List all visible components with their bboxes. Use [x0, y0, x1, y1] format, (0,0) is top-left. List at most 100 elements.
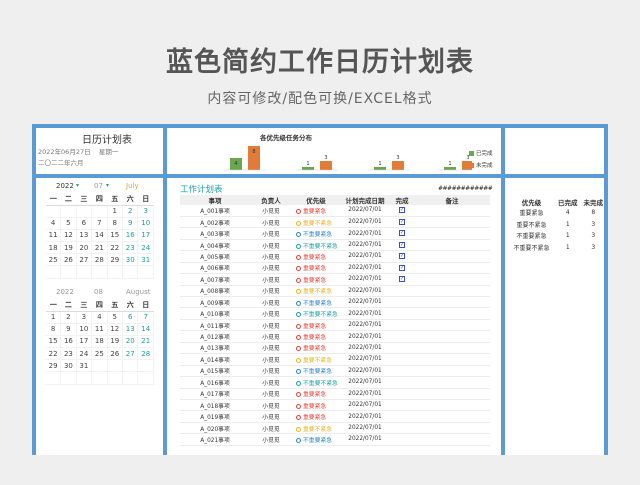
year-select[interactable]: 2022 [56, 288, 74, 296]
task-note[interactable] [414, 353, 490, 366]
calendar-day[interactable]: 11 [91, 323, 108, 336]
task-note[interactable] [414, 376, 490, 389]
calendar-day[interactable]: 18 [91, 335, 108, 349]
task-note[interactable] [414, 262, 490, 275]
calendar-day[interactable]: 23 [60, 347, 77, 361]
task-note[interactable] [414, 227, 490, 240]
task-done[interactable] [390, 307, 414, 320]
chevron-down-icon[interactable]: ▾ [76, 182, 79, 189]
calendar-day[interactable]: 5 [60, 217, 77, 230]
calendar-day[interactable]: 19 [60, 241, 77, 255]
task-note[interactable] [414, 205, 490, 217]
task-done[interactable] [390, 342, 414, 355]
calendar-day[interactable]: 17 [137, 229, 154, 243]
checkbox-icon[interactable]: ✓ [399, 218, 405, 225]
task-note[interactable] [414, 433, 490, 446]
calendar-day[interactable]: 11 [46, 229, 62, 243]
task-done[interactable] [390, 296, 414, 309]
calendar-day[interactable]: 21 [91, 241, 108, 255]
calendar-day[interactable]: 23 [122, 241, 139, 255]
task-note[interactable] [414, 399, 490, 412]
calendar-day[interactable]: 22 [46, 347, 62, 361]
calendar-day[interactable]: 5 [107, 311, 124, 324]
task-note[interactable] [414, 330, 490, 343]
task-done[interactable] [390, 285, 414, 298]
calendar-day[interactable]: 13 [76, 229, 93, 243]
task-note[interactable] [414, 239, 490, 252]
task-done[interactable] [390, 388, 414, 400]
calendar-day[interactable]: 6 [122, 311, 139, 324]
calendar-day[interactable]: 19 [107, 335, 124, 349]
checkbox-icon[interactable]: ✓ [399, 276, 405, 283]
task-note[interactable] [414, 422, 490, 435]
calendar-day[interactable]: 30 [122, 253, 139, 267]
calendar-day[interactable]: 12 [107, 323, 124, 336]
checkbox-icon[interactable]: ✓ [399, 264, 405, 271]
task-done[interactable]: ✓ [390, 216, 414, 229]
calendar-day[interactable]: 13 [122, 323, 139, 336]
checkbox-icon[interactable]: ✓ [399, 253, 405, 260]
task-done[interactable]: ✓ [390, 205, 414, 217]
calendar-day[interactable]: 22 [107, 241, 124, 255]
calendar-day[interactable]: 8 [107, 217, 124, 230]
checkbox-icon[interactable]: ✓ [399, 230, 405, 237]
task-note[interactable] [414, 250, 490, 263]
calendar-day[interactable]: 28 [137, 347, 154, 361]
month-select[interactable]: 07 [94, 182, 103, 190]
task-done[interactable] [390, 365, 414, 378]
task-note[interactable] [414, 307, 490, 320]
checkbox-icon[interactable]: ✓ [399, 241, 405, 248]
calendar-day[interactable]: 27 [122, 347, 139, 361]
task-note[interactable] [414, 410, 490, 423]
calendar-day[interactable]: 9 [122, 217, 139, 230]
calendar-day[interactable]: 1 [46, 311, 62, 324]
calendar-day[interactable]: 29 [46, 359, 62, 373]
calendar-day[interactable]: 2 [60, 311, 77, 324]
calendar-day[interactable]: 10 [76, 323, 93, 336]
calendar-day[interactable]: 18 [46, 241, 62, 255]
calendar-day[interactable]: 17 [76, 335, 93, 349]
checkbox-icon[interactable]: ✓ [399, 207, 405, 214]
calendar-day[interactable]: 31 [137, 253, 154, 267]
calendar-day[interactable]: 26 [107, 347, 124, 361]
calendar-day[interactable]: 16 [60, 335, 77, 349]
task-done[interactable] [390, 422, 414, 435]
calendar-day[interactable]: 9 [60, 323, 77, 336]
task-done[interactable]: ✓ [390, 250, 414, 263]
calendar-day[interactable]: 12 [60, 229, 77, 243]
task-note[interactable] [414, 342, 490, 355]
calendar-day[interactable]: 27 [76, 253, 93, 267]
calendar-day[interactable]: 15 [107, 229, 124, 243]
calendar-day[interactable]: 4 [46, 217, 62, 230]
task-note[interactable] [414, 285, 490, 298]
calendar-day[interactable]: 31 [76, 359, 93, 373]
calendar-day[interactable]: 14 [91, 229, 108, 243]
task-note[interactable] [414, 273, 490, 286]
task-done[interactable] [390, 433, 414, 446]
year-select[interactable]: 2022 [56, 182, 74, 190]
calendar-day[interactable]: 16 [122, 229, 139, 243]
task-done[interactable]: ✓ [390, 273, 414, 286]
calendar-day[interactable]: 1 [107, 205, 124, 218]
task-done[interactable]: ✓ [390, 227, 414, 240]
calendar-day[interactable]: 7 [91, 217, 108, 230]
calendar-day[interactable]: 29 [107, 253, 124, 267]
calendar-day[interactable]: 8 [46, 323, 62, 336]
calendar-day[interactable]: 14 [137, 323, 154, 336]
task-note[interactable] [414, 216, 490, 229]
calendar-day[interactable]: 25 [46, 253, 62, 267]
calendar-day[interactable]: 21 [137, 335, 154, 349]
calendar-day[interactable]: 15 [46, 335, 62, 349]
calendar-day[interactable]: 4 [91, 311, 108, 324]
calendar-day[interactable]: 24 [76, 347, 93, 361]
task-note[interactable] [414, 388, 490, 400]
calendar-day[interactable]: 24 [137, 241, 154, 255]
calendar-day[interactable]: 20 [122, 335, 139, 349]
calendar-day[interactable]: 20 [76, 241, 93, 255]
task-done[interactable]: ✓ [390, 239, 414, 252]
task-done[interactable] [390, 330, 414, 343]
calendar-day[interactable]: 28 [91, 253, 108, 267]
task-note[interactable] [414, 296, 490, 309]
task-done[interactable] [390, 319, 414, 332]
calendar-day[interactable]: 3 [137, 205, 154, 218]
